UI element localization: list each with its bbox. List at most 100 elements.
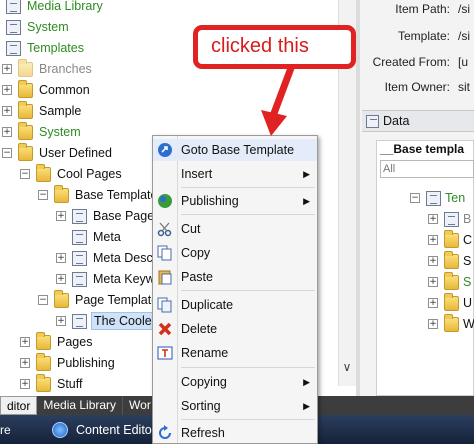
menu-item-label: Delete bbox=[181, 322, 218, 336]
expand-plus-icon[interactable]: + bbox=[20, 337, 30, 347]
menu-item-insert[interactable]: Insert ▶ bbox=[153, 163, 317, 185]
expand-plus-icon[interactable]: + bbox=[56, 253, 66, 263]
tree-node-label: Common bbox=[39, 83, 90, 97]
menu-item-publishing[interactable]: Publishing ▶ bbox=[153, 190, 317, 212]
expand-plus-icon[interactable]: + bbox=[20, 358, 30, 368]
right-tree-node[interactable]: + U bbox=[428, 292, 472, 313]
tree-node-label: Sample bbox=[39, 104, 82, 118]
menu-item-label: Rename bbox=[181, 346, 229, 360]
expand-plus-icon[interactable]: + bbox=[2, 127, 12, 137]
scroll-down-chevron-icon[interactable]: ∨ bbox=[338, 356, 356, 378]
menu-item-duplicate[interactable]: Duplicate bbox=[153, 294, 317, 316]
menu-item-label: Copying bbox=[181, 375, 227, 389]
tree-node-cool-pages[interactable]: − Cool Pages bbox=[20, 163, 124, 184]
system-folder-icon bbox=[18, 121, 33, 140]
tree-node-pages[interactable]: + Pages bbox=[20, 331, 94, 352]
tree-node-system[interactable]: System bbox=[6, 17, 71, 37]
tree-node-label: Cool Pages bbox=[57, 167, 122, 181]
tree-node-label: User Defined bbox=[39, 146, 112, 160]
tree-node-meta-description[interactable]: + Meta Descr bbox=[56, 248, 159, 268]
globe-icon bbox=[157, 193, 173, 209]
collapse-minus-icon[interactable]: − bbox=[38, 190, 48, 200]
right-tree-node-label: C bbox=[463, 233, 473, 247]
tree-node-media-library[interactable]: Media Library bbox=[6, 0, 105, 16]
tree-node-base-template[interactable]: − Base Template bbox=[38, 184, 159, 205]
tree-node-label: Branches bbox=[39, 62, 92, 76]
right-tree-node[interactable]: + S bbox=[428, 271, 472, 292]
menu-item-copying[interactable]: Copying ▶ bbox=[153, 371, 317, 393]
expand-plus-icon[interactable]: + bbox=[428, 298, 438, 308]
filter-select[interactable]: All bbox=[380, 160, 474, 178]
tree-node-common[interactable]: + Common bbox=[2, 79, 92, 100]
tree-node-label: The Cooles bbox=[91, 312, 161, 330]
expand-plus-icon[interactable]: + bbox=[20, 379, 30, 389]
tree-node-base-page[interactable]: + Base Page bbox=[56, 206, 156, 226]
expand-plus-icon[interactable]: + bbox=[56, 274, 66, 284]
menu-item-copy[interactable]: Copy bbox=[153, 242, 317, 264]
tree-node-user-defined[interactable]: − User Defined bbox=[2, 142, 114, 163]
right-tree-node[interactable]: + W bbox=[428, 313, 474, 334]
expand-plus-icon[interactable]: + bbox=[2, 85, 12, 95]
tab-content-editor[interactable]: ditor bbox=[0, 396, 38, 415]
template-icon bbox=[72, 250, 87, 266]
right-tree-node[interactable]: + C bbox=[428, 229, 473, 250]
tree-node-label: Base Template bbox=[75, 188, 158, 202]
expand-plus-icon[interactable]: + bbox=[56, 211, 66, 221]
annotation-callout: clicked this bbox=[193, 25, 356, 69]
right-tree-node-label: B bbox=[463, 212, 472, 226]
context-menu: Goto Base Template Insert ▶ Publishing ▶… bbox=[152, 135, 318, 444]
collapse-minus-icon[interactable]: − bbox=[38, 295, 48, 305]
tree-node-system-templates[interactable]: + System bbox=[2, 121, 83, 142]
folder-icon bbox=[36, 352, 51, 371]
tree-node-the-coolest[interactable]: + The Cooles bbox=[56, 311, 161, 331]
collapse-minus-icon[interactable]: − bbox=[2, 148, 12, 158]
start-button[interactable]: re bbox=[0, 423, 34, 437]
menu-item-delete[interactable]: Delete bbox=[153, 318, 317, 340]
expand-plus-icon[interactable]: + bbox=[428, 277, 438, 287]
tree-node-label: Publishing bbox=[57, 356, 115, 370]
tree-node-stuff[interactable]: + Stuff bbox=[20, 373, 84, 394]
expand-plus-icon[interactable]: + bbox=[428, 214, 438, 224]
expand-plus-icon[interactable]: + bbox=[2, 64, 12, 74]
menu-item-rename[interactable]: Rename bbox=[153, 342, 317, 364]
right-tree-node[interactable]: + B bbox=[428, 209, 471, 229]
menu-separator bbox=[181, 290, 315, 291]
tree-node-page-template[interactable]: − Page Template bbox=[38, 289, 160, 310]
menu-item-refresh[interactable]: Refresh bbox=[153, 422, 317, 444]
menu-item-sorting[interactable]: Sorting ▶ bbox=[153, 395, 317, 417]
tree-node-branches[interactable]: + Branches bbox=[2, 58, 94, 79]
data-section-header[interactable]: Data bbox=[362, 110, 474, 132]
tree-node-meta[interactable]: Meta bbox=[72, 227, 123, 247]
collapse-minus-icon[interactable]: − bbox=[20, 169, 30, 179]
paste-icon bbox=[157, 269, 173, 285]
submenu-arrow-icon: ▶ bbox=[303, 195, 310, 206]
callout-arrow-icon bbox=[261, 66, 295, 136]
menu-item-paste[interactable]: Paste bbox=[153, 266, 317, 288]
collapse-minus-icon[interactable]: − bbox=[410, 193, 420, 203]
tree-node-sample[interactable]: + Sample bbox=[2, 100, 83, 121]
tab-media-library[interactable]: Media Library bbox=[37, 396, 124, 415]
data-section-icon bbox=[366, 114, 379, 128]
expand-plus-icon[interactable]: + bbox=[428, 235, 438, 245]
expand-plus-icon[interactable]: + bbox=[428, 319, 438, 329]
menu-item-label: Paste bbox=[181, 270, 213, 284]
right-tree-node[interactable]: + S bbox=[428, 250, 471, 271]
right-tree-node-label: S bbox=[463, 275, 472, 289]
base-template-field-title: __Base templa bbox=[380, 142, 465, 156]
tree-node-templates[interactable]: Templates bbox=[6, 38, 86, 58]
tree-node-publishing[interactable]: + Publishing bbox=[20, 352, 117, 373]
menu-item-goto-base-template[interactable]: Goto Base Template bbox=[153, 139, 317, 161]
tree-node-label: System bbox=[27, 20, 69, 34]
tree-node-label: Templates bbox=[27, 41, 84, 55]
tree-node-meta-keywords[interactable]: + Meta Keyw bbox=[56, 269, 157, 289]
folder-icon bbox=[444, 250, 459, 269]
expand-plus-icon[interactable]: + bbox=[2, 106, 12, 116]
callout-text: clicked this bbox=[211, 35, 309, 57]
content-editor-task-button[interactable]: Content Editor bbox=[42, 418, 166, 442]
expand-plus-icon[interactable]: + bbox=[428, 256, 438, 266]
menu-item-cut[interactable]: Cut bbox=[153, 218, 317, 240]
expand-plus-icon[interactable]: + bbox=[56, 316, 66, 326]
right-tree-node[interactable]: − Ten bbox=[410, 188, 465, 208]
menu-separator bbox=[181, 367, 315, 368]
tree-node-label: Meta Keyw bbox=[93, 272, 155, 286]
